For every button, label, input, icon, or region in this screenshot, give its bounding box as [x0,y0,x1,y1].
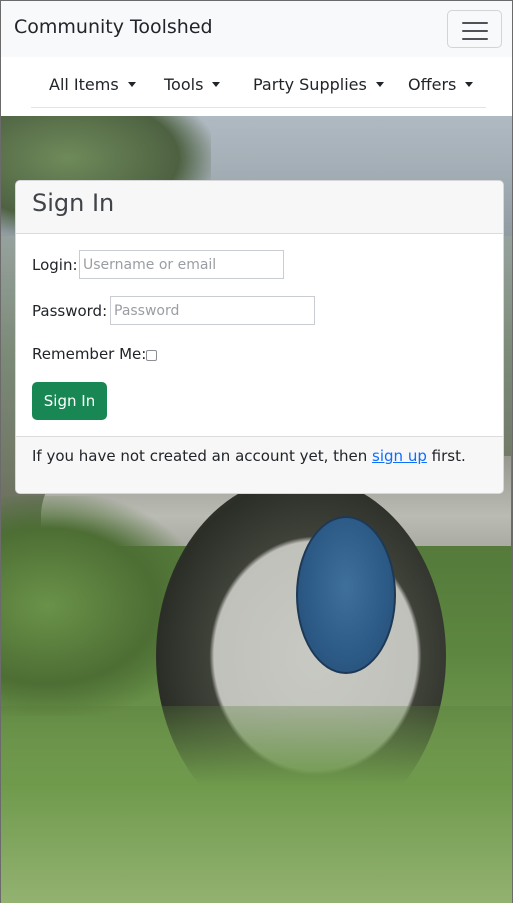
signup-prompt-suffix: first. [431,447,466,465]
password-label: Password: [32,302,108,320]
nav-item-label: Party Supplies [253,75,367,94]
sign-up-link[interactable]: sign up [372,447,427,465]
password-input[interactable] [110,296,315,325]
brand-link[interactable]: Community Toolshed [14,16,213,38]
navbar: Community Toolshed [1,1,512,57]
card-footer: If you have not created an account yet, … [16,436,503,493]
hamburger-menu-icon [462,22,488,46]
category-nav: All Items Tools Party Supplies Offers [1,57,512,116]
caret-down-icon [127,82,136,87]
caret-down-icon [465,82,474,87]
nav-item-label: Offers [408,75,457,94]
login-label: Login: [32,256,78,274]
caret-down-icon [212,82,221,87]
card-header: Sign In [16,181,503,234]
login-input[interactable] [79,250,284,279]
nav-dropdown-all-items[interactable]: All Items [49,75,136,94]
nav-dropdown-offers[interactable]: Offers [408,75,474,94]
signup-prompt: If you have not created an account yet, … [32,447,466,465]
sign-in-title: Sign In [32,189,115,217]
nav-dropdown-tools[interactable]: Tools [164,75,221,94]
caret-down-icon [375,82,384,87]
sign-in-button[interactable]: Sign In [32,382,107,420]
navbar-toggler-button[interactable] [447,10,502,48]
sign-in-card: Sign In Login: Password: Remember Me: Si… [15,180,504,494]
signup-prompt-prefix: If you have not created an account yet, … [32,447,368,465]
nav-dropdown-party-supplies[interactable]: Party Supplies [253,75,384,94]
nav-item-label: Tools [164,75,204,94]
nav-item-label: All Items [49,75,119,94]
remember-me-label: Remember Me: [32,345,147,363]
remember-me-checkbox[interactable] [146,350,157,361]
